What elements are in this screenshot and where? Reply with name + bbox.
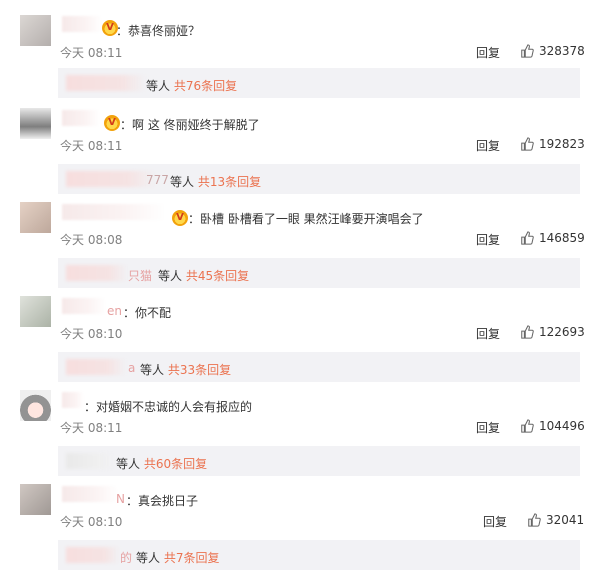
comment-time: 今天 08:10 [60,327,123,341]
username-blurred[interactable] [62,392,84,408]
reply-users-label: 等人 [136,551,161,565]
reply-button[interactable]: 回复 [476,325,500,342]
avatar[interactable] [20,484,51,515]
reply-users-label: 等人 [116,457,141,471]
reply-users-label: 等人 [146,79,171,93]
username-fragment: N [116,492,125,506]
reply-button[interactable]: 回复 [476,231,500,248]
reply-user-fragment: 777 [146,173,169,187]
reply-count-link[interactable]: 共45条回复 [186,269,249,283]
vip-crown-icon: V [172,210,188,226]
comment-text: ：对婚姻不忠诚的人会有报应的 [84,400,253,414]
reply-count-link[interactable]: 共33条回复 [168,363,231,377]
username-blurred[interactable] [62,298,106,314]
thumbs-up-icon [521,325,534,339]
reply-user-blurred [66,453,114,469]
thumbs-up-icon [521,44,534,58]
like-button[interactable]: 192823 [520,136,585,152]
like-count: 104496 [539,419,585,433]
comment-text: ：你不配 [123,306,172,320]
like-button[interactable]: 104496 [520,418,585,434]
username-fragment: en [107,304,122,318]
thumbs-up-icon [528,513,541,527]
avatar[interactable] [20,15,51,46]
reply-user-blurred [66,75,146,91]
username-blurred[interactable] [62,486,118,502]
reply-button[interactable]: 回复 [483,513,507,530]
comment-item: V ：啊 这 佟丽娅终于解脱了 今天 08:11 回复 192823 777 等… [0,94,598,194]
like-button[interactable]: 146859 [520,230,585,246]
like-count: 146859 [539,231,585,245]
avatar[interactable] [20,296,51,327]
comment-text: ：恭喜佟丽娅？ [116,24,201,38]
reply-button[interactable]: 回复 [476,44,500,61]
comment-item: V ：卧槽 卧槽看了一眼 果然汪峰要开演唱会了 今天 08:08 回复 1468… [0,188,598,288]
comment-item: en ：你不配 今天 08:10 回复 122693 a 等人 共33条回复 [0,282,598,382]
comment-item: N ：真会挑日子 今天 08:10 回复 32041 的 等人 共7条回复 [0,470,598,570]
comment-item: V ：恭喜佟丽娅？ 今天 08:11 回复 328378 等人 共76条回复 [0,0,598,98]
like-count: 32041 [546,513,585,527]
reply-user-blurred [66,265,128,281]
comment-text: ：卧槽 卧槽看了一眼 果然汪峰要开演唱会了 [188,212,424,226]
reply-user-blurred [66,359,126,375]
like-count: 192823 [539,137,585,151]
thumbs-up-icon [521,419,534,433]
comment-time: 今天 08:11 [60,421,123,435]
reply-user-blurred [66,547,120,563]
like-button[interactable]: 32041 [527,512,584,528]
reply-user-fragment: a [128,361,136,375]
comment-text: ：啊 这 佟丽娅终于解脱了 [120,118,260,132]
thumbs-up-icon [521,231,534,245]
reply-count-link[interactable]: 共7条回复 [164,551,220,565]
reply-user-fragment: 的 [120,551,133,565]
reply-user-blurred [66,171,156,187]
replies-bar[interactable]: 的 等人 共7条回复 [58,540,580,570]
reply-users-label: 等人 [158,269,183,283]
username-blurred[interactable] [62,110,100,126]
comment-time: 今天 08:08 [60,233,123,247]
avatar[interactable] [20,108,51,139]
thumbs-up-icon [521,137,534,151]
reply-count-link[interactable]: 共60条回复 [144,457,207,471]
username-blurred[interactable] [62,16,102,32]
avatar[interactable] [20,390,51,421]
reply-count-link[interactable]: 共13条回复 [198,175,261,189]
reply-users-label: 等人 [170,175,195,189]
like-count: 328378 [539,44,585,58]
reply-users-label: 等人 [140,363,165,377]
username-blurred[interactable] [62,204,166,220]
vip-crown-icon: V [104,115,120,131]
comment-time: 今天 08:11 [60,139,123,153]
comment-time: 今天 08:10 [60,515,123,529]
comment-time: 今天 08:11 [60,46,123,60]
comment-item: ：对婚姻不忠诚的人会有报应的 今天 08:11 回复 104496 等人 共60… [0,376,598,476]
like-count: 122693 [539,325,585,339]
avatar[interactable] [20,202,51,233]
reply-button[interactable]: 回复 [476,137,500,154]
like-button[interactable]: 328378 [520,43,585,59]
reply-button[interactable]: 回复 [476,419,500,436]
comment-text: ：真会挑日子 [126,494,199,508]
reply-count-link[interactable]: 共76条回复 [174,79,237,93]
like-button[interactable]: 122693 [520,324,585,340]
